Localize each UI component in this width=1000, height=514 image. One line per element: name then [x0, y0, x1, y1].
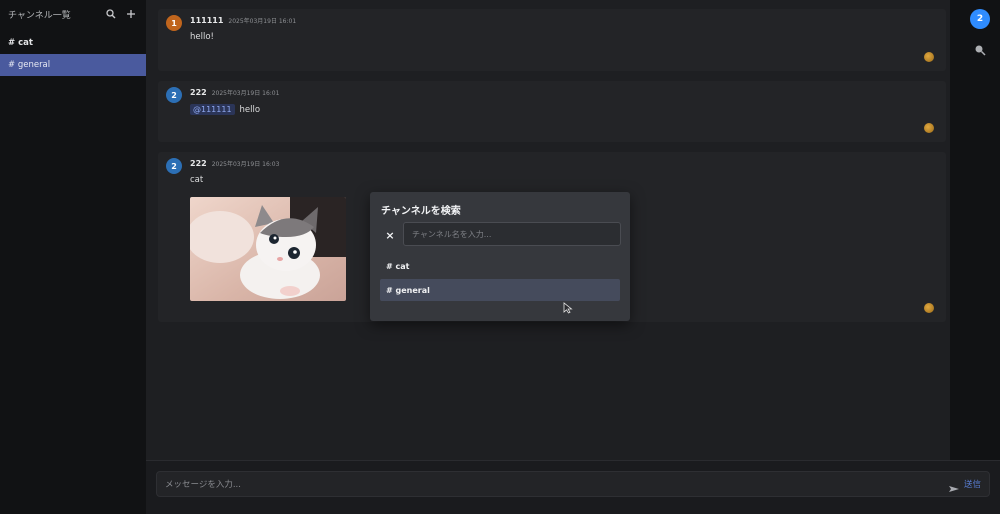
message-input[interactable]: メッセージを入力... [165, 478, 948, 490]
message-timestamp: 2025年03月19日 16:03 [211, 161, 280, 168]
add-icon[interactable] [124, 7, 138, 21]
modal-title: チャンネルを検索 [381, 206, 461, 217]
sidebar-channel-cat[interactable]: # cat [0, 32, 146, 54]
user-badge[interactable]: 2 [970, 9, 990, 29]
send-button[interactable]: 送信 [964, 478, 981, 490]
close-icon[interactable]: × [384, 230, 396, 242]
reaction-icon[interactable] [924, 52, 934, 62]
search-icon[interactable] [973, 42, 987, 56]
channel-sidebar: チャンネル一覧 # cat # general [0, 0, 146, 514]
search-result-general[interactable]: # general [380, 279, 620, 301]
message-text: hello [239, 104, 261, 115]
kitten-photo[interactable] [190, 197, 346, 301]
right-rail: 2 [950, 0, 1000, 460]
sidebar-channel-general[interactable]: # general [0, 54, 146, 76]
message-item: 1 111111 2025年03月19日 16:01 hello! [158, 9, 946, 71]
message-timestamp: 2025年03月19日 16:01 [211, 90, 280, 97]
user-mention[interactable]: @111111 [190, 104, 235, 115]
channel-search-input[interactable] [403, 222, 621, 246]
message-text: cat [190, 175, 204, 185]
search-icon[interactable] [104, 7, 118, 21]
channel-search-modal: チャンネルを検索 × # cat # general [370, 192, 630, 321]
message-timestamp: 2025年03月19日 16:01 [228, 18, 297, 25]
message-author: 222 [190, 159, 207, 168]
mouse-cursor-icon [563, 299, 573, 314]
avatar: 2 [166, 158, 182, 174]
message-text: hello! [190, 32, 214, 42]
sidebar-title: チャンネル一覧 [8, 10, 71, 21]
avatar: 1 [166, 15, 182, 31]
message-author: 222 [190, 88, 207, 97]
message-composer[interactable]: メッセージを入力... 送信 [156, 471, 990, 497]
message-author: 111111 [190, 16, 224, 25]
send-icon [948, 479, 960, 492]
message-item: 2 222 2025年03月19日 16:01 @111111 hello [158, 81, 946, 142]
avatar: 2 [166, 87, 182, 103]
search-result-cat[interactable]: # cat [380, 255, 620, 277]
reaction-icon[interactable] [924, 303, 934, 313]
composer-bar: メッセージを入力... 送信 [146, 460, 1000, 514]
sidebar-header: チャンネル一覧 [0, 0, 146, 28]
reaction-icon[interactable] [924, 123, 934, 133]
